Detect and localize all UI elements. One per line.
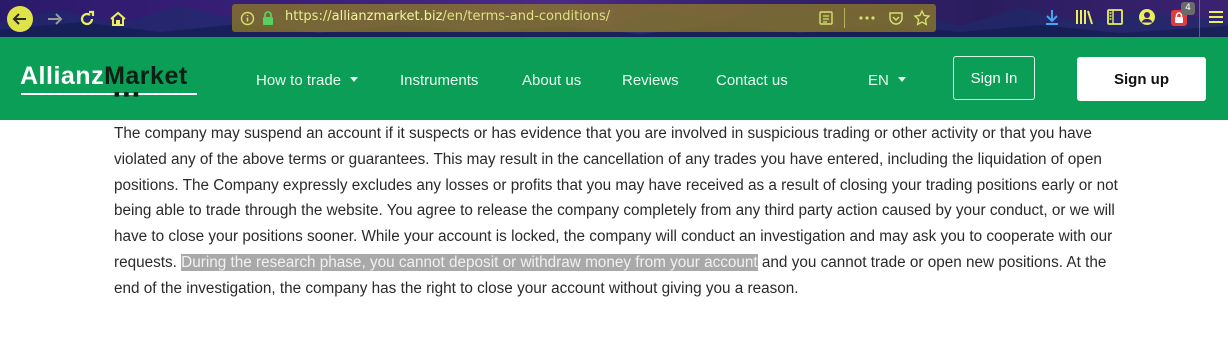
forward-arrow-icon	[48, 13, 63, 25]
pocket-icon[interactable]	[888, 10, 904, 26]
reload-button[interactable]	[74, 6, 100, 32]
reader-view-icon[interactable]	[818, 10, 834, 26]
browser-toolbar: https://allianzmarket.biz/en/terms-and-c…	[0, 0, 1228, 37]
reload-icon	[80, 10, 95, 26]
nav-instruments[interactable]: Instruments	[400, 72, 478, 89]
logo-dots: ■ ■ ■	[114, 91, 140, 98]
nav-contact-us[interactable]: Contact us	[716, 72, 788, 89]
nav-reviews[interactable]: Reviews	[622, 72, 679, 89]
library-icon[interactable]	[1075, 8, 1095, 26]
logo-underline	[21, 93, 197, 95]
home-icon	[110, 11, 126, 26]
bookmark-star-icon[interactable]	[913, 9, 931, 27]
toolbar-separator	[1199, 0, 1200, 37]
account-icon[interactable]	[1138, 8, 1156, 26]
forward-button[interactable]	[42, 6, 68, 32]
address-bar[interactable]: https://allianzmarket.biz/en/terms-and-c…	[232, 4, 936, 32]
extension-button[interactable]: 4	[1170, 2, 1195, 27]
nav-about-us[interactable]: About us	[522, 72, 581, 89]
nav-how-to-trade[interactable]: How to trade	[256, 72, 359, 89]
download-icon[interactable]	[1043, 8, 1061, 26]
paragraph-text: The company may suspend an account if it…	[114, 125, 1118, 271]
site-header: AllianzMarket ■ ■ ■ How to trade Instrum…	[0, 37, 1228, 120]
separator	[844, 8, 845, 28]
language-selector[interactable]: EN	[868, 72, 906, 89]
notification-badge: 4	[1181, 2, 1195, 15]
back-button[interactable]	[7, 6, 33, 32]
terms-paragraph: The company may suspend an account if it…	[114, 121, 1124, 302]
back-arrow-icon	[12, 13, 26, 25]
logo[interactable]: AllianzMarket ■ ■ ■	[20, 62, 197, 98]
sign-in-button[interactable]: Sign In	[953, 56, 1035, 100]
url-text: https://allianzmarket.biz/en/terms-and-c…	[285, 9, 611, 24]
chevron-down-icon	[897, 76, 906, 82]
chevron-down-icon	[350, 76, 359, 82]
info-icon[interactable]	[240, 11, 255, 26]
more-actions-icon[interactable]	[858, 10, 876, 26]
sign-up-button[interactable]: Sign up	[1077, 57, 1206, 101]
menu-icon[interactable]	[1208, 8, 1224, 26]
selected-text[interactable]: During the research phase, you cannot de…	[181, 253, 758, 271]
lock-icon[interactable]	[261, 10, 275, 26]
logo-text: AllianzMarket	[20, 62, 188, 90]
sidebar-icon[interactable]	[1106, 8, 1124, 26]
home-button[interactable]	[105, 6, 131, 32]
